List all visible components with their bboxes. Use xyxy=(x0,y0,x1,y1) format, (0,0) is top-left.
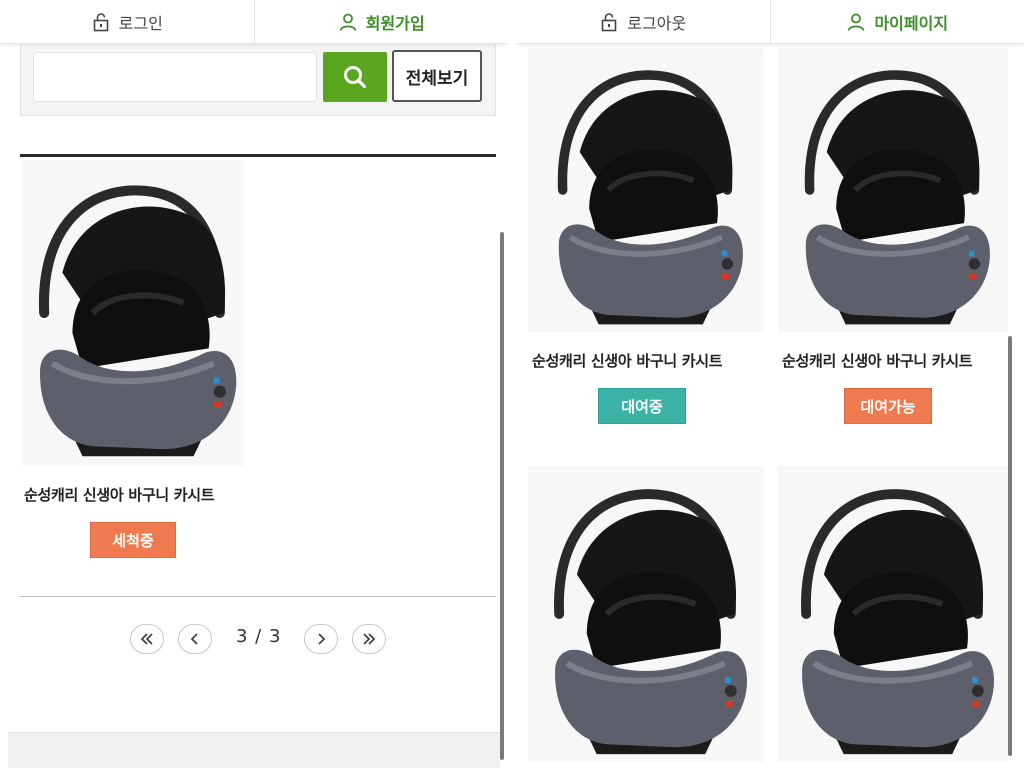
last-page-button[interactable] xyxy=(352,624,386,654)
status-badge: 세척중 xyxy=(90,522,176,558)
search-icon xyxy=(344,66,367,89)
mypage-link[interactable]: 마이페이지 xyxy=(769,0,1024,43)
next-page-button[interactable] xyxy=(304,624,338,654)
list-bottom-divider xyxy=(20,596,496,597)
product-image[interactable] xyxy=(528,48,764,332)
right-screen: 로그아웃 마이페이지 순성캐리 신생아 바구니 카시트 대여중 순성캐리 신생아… xyxy=(516,0,1024,768)
footer-strip xyxy=(8,732,500,768)
search-button[interactable] xyxy=(323,52,387,102)
lock-icon xyxy=(93,12,108,31)
product-name[interactable]: 순성캐리 신생아 바구니 카시트 xyxy=(782,350,973,371)
double-chevron-right-icon xyxy=(363,633,376,645)
lock-icon xyxy=(601,12,617,31)
search-panel: 전체보기 xyxy=(20,44,496,116)
search-input[interactable] xyxy=(33,52,317,102)
login-link[interactable]: 로그인 xyxy=(0,0,254,43)
status-badge: 대여중 xyxy=(598,388,686,424)
status-badge: 대여가능 xyxy=(844,388,932,424)
logout-label: 로그아웃 xyxy=(627,13,687,33)
signup-label: 회원가입 xyxy=(365,13,425,33)
first-page-button[interactable] xyxy=(130,624,164,654)
mypage-label: 마이페이지 xyxy=(874,13,949,33)
product-image[interactable] xyxy=(528,466,764,762)
top-bar: 로그아웃 마이페이지 xyxy=(516,0,1024,44)
product-image[interactable] xyxy=(778,466,1008,762)
double-chevron-left-icon xyxy=(140,633,153,645)
view-all-button[interactable]: 전체보기 xyxy=(392,50,482,102)
screen-divider xyxy=(508,0,516,768)
logout-link[interactable]: 로그아웃 xyxy=(516,0,770,43)
scrollbar[interactable] xyxy=(500,232,504,760)
product-image[interactable] xyxy=(778,48,1008,332)
left-screen: 로그인 회원가입 전체보기 순성캐리 신생아 바구니 카시트 세척중 3 / 3 xyxy=(0,0,508,768)
product-name[interactable]: 순성캐리 신생아 바구니 카시트 xyxy=(532,350,723,371)
login-label: 로그인 xyxy=(118,13,163,33)
product-image[interactable] xyxy=(22,160,244,466)
signup-link[interactable]: 회원가입 xyxy=(253,0,509,43)
user-icon xyxy=(339,13,357,31)
list-top-divider xyxy=(20,154,496,157)
product-name[interactable]: 순성캐리 신생아 바구니 카시트 xyxy=(24,484,215,505)
page-indicator: 3 / 3 xyxy=(236,626,282,647)
prev-page-button[interactable] xyxy=(178,624,212,654)
chevron-left-icon xyxy=(190,633,198,645)
scrollbar[interactable] xyxy=(1008,336,1012,756)
top-bar: 로그인 회원가입 xyxy=(0,0,508,44)
user-icon xyxy=(848,13,865,31)
chevron-right-icon xyxy=(318,633,326,645)
